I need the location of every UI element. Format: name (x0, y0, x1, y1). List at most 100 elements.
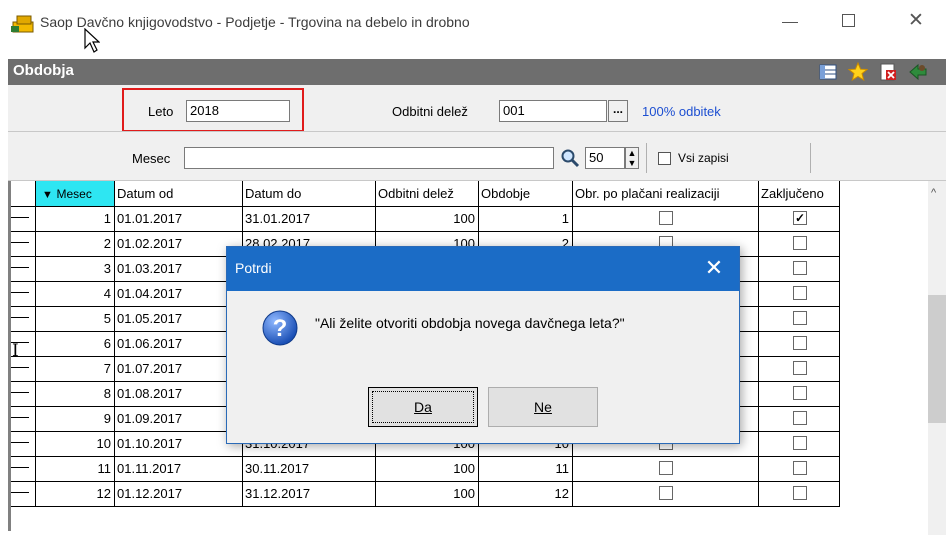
cell-datum-od[interactable]: 01.04.2017 (115, 282, 243, 307)
cell-datum-od[interactable]: 01.01.2017 (115, 207, 243, 232)
maximize-icon[interactable] (838, 10, 862, 32)
zakljuceno-checkbox[interactable] (793, 336, 807, 350)
column-header-obdobje[interactable]: Obdobje (479, 181, 573, 207)
cell-datum-od[interactable]: 01.02.2017 (115, 232, 243, 257)
cell-odbitni[interactable]: 100 (376, 482, 479, 507)
cell-mesec[interactable]: 7 (36, 357, 115, 382)
cell-odbitni[interactable]: 100 (376, 457, 479, 482)
table-row[interactable]: 1 01.01.2017 31.01.2017 100 1 ✓ (8, 207, 848, 232)
row-indicator[interactable] (11, 307, 36, 332)
cell-datum-od[interactable]: 01.06.2017 (115, 332, 243, 357)
cell-mesec[interactable]: 9 (36, 407, 115, 432)
row-indicator[interactable] (11, 232, 36, 257)
zakljuceno-checkbox[interactable] (793, 411, 807, 425)
scroll-up-arrow-icon[interactable]: ^ (931, 187, 936, 199)
zakljuceno-checkbox[interactable] (793, 436, 807, 450)
minimize-icon[interactable] (778, 10, 802, 32)
zakljuceno-checkbox[interactable] (793, 286, 807, 300)
yes-button[interactable]: Da (368, 387, 478, 427)
cell-mesec[interactable]: 2 (36, 232, 115, 257)
cell-datum-do[interactable]: 31.01.2017 (243, 207, 376, 232)
cell-obdobje[interactable]: 12 (479, 482, 573, 507)
cell-mesec[interactable]: 4 (36, 282, 115, 307)
vsi-zapisi-checkbox[interactable] (658, 152, 671, 165)
confirm-dialog: Potrdi ✕ ? "Ali želite otvoriti obdobja … (226, 246, 740, 444)
zakljuceno-checkbox[interactable] (793, 311, 807, 325)
cell-obdobje[interactable]: 11 (479, 457, 573, 482)
row-indicator[interactable] (11, 482, 36, 507)
exit-icon[interactable] (908, 62, 928, 82)
cell-datum-do[interactable]: 31.12.2017 (243, 482, 376, 507)
odbitni-delez-lookup-button[interactable]: ... (608, 100, 628, 122)
cell-mesec[interactable]: 1 (36, 207, 115, 232)
cell-mesec[interactable]: 6 (36, 332, 115, 357)
record-count-spinner[interactable]: ▲ ▼ (625, 147, 639, 169)
column-header-zakljuceno[interactable]: Zaključeno (759, 181, 840, 207)
cell-datum-od[interactable]: 01.10.2017 (115, 432, 243, 457)
cell-datum-do[interactable]: 30.11.2017 (243, 457, 376, 482)
zakljuceno-checkbox[interactable] (793, 236, 807, 250)
obr-checkbox[interactable] (659, 211, 673, 225)
dialog-close-icon[interactable]: ✕ (702, 256, 726, 280)
column-header-datum-do[interactable]: Datum do (243, 181, 376, 207)
columns-icon[interactable] (818, 62, 838, 82)
row-indicator[interactable] (11, 382, 36, 407)
cell-obr (573, 457, 759, 482)
obr-checkbox[interactable] (659, 461, 673, 475)
zakljuceno-checkbox[interactable] (793, 361, 807, 375)
row-indicator-mark (11, 392, 29, 393)
scroll-thumb[interactable] (928, 295, 946, 423)
zakljuceno-checkbox[interactable] (793, 386, 807, 400)
obr-checkbox[interactable] (659, 486, 673, 500)
record-count-input[interactable]: 50 (585, 147, 625, 169)
column-header-datum-od[interactable]: Datum od (115, 181, 243, 207)
leto-input[interactable]: 2018 (186, 100, 290, 122)
table-row[interactable]: 12 01.12.2017 31.12.2017 100 12 (8, 482, 848, 507)
no-button-label: Ne (534, 399, 552, 415)
cell-mesec[interactable]: 11 (36, 457, 115, 482)
table-row[interactable]: 11 01.11.2017 30.11.2017 100 11 (8, 457, 848, 482)
cell-mesec[interactable]: 5 (36, 307, 115, 332)
cell-mesec[interactable]: 12 (36, 482, 115, 507)
zakljuceno-checkbox[interactable]: ✓ (793, 211, 807, 225)
cell-mesec[interactable]: 10 (36, 432, 115, 457)
no-button[interactable]: Ne (488, 387, 598, 427)
cell-odbitni[interactable]: 100 (376, 207, 479, 232)
cell-obdobje[interactable]: 1 (479, 207, 573, 232)
row-header-corner (11, 181, 36, 207)
sort-desc-icon: ▼ (42, 189, 53, 201)
cell-datum-od[interactable]: 01.12.2017 (115, 482, 243, 507)
row-indicator[interactable] (11, 257, 36, 282)
toolbar-divider (646, 143, 647, 173)
star-icon[interactable] (848, 62, 868, 82)
zakljuceno-checkbox[interactable] (793, 461, 807, 475)
row-indicator-mark (11, 442, 29, 443)
search-icon[interactable] (560, 148, 580, 168)
vertical-scrollbar[interactable]: ^ (928, 181, 946, 535)
zakljuceno-checkbox[interactable] (793, 261, 807, 275)
row-indicator[interactable] (11, 407, 36, 432)
row-indicator[interactable] (11, 432, 36, 457)
column-header-odbitni-delez[interactable]: Odbitni delež (376, 181, 479, 207)
cell-obr (573, 207, 759, 232)
row-indicator[interactable] (11, 282, 36, 307)
odbitni-delez-label: Odbitni delež (392, 104, 468, 119)
cell-datum-od[interactable]: 01.08.2017 (115, 382, 243, 407)
cell-datum-od[interactable]: 01.03.2017 (115, 257, 243, 282)
cell-datum-od[interactable]: 01.05.2017 (115, 307, 243, 332)
mesec-search-input[interactable] (184, 147, 554, 169)
cell-zakljuceno: ✓ (759, 207, 840, 232)
cell-datum-od[interactable]: 01.11.2017 (115, 457, 243, 482)
column-header-mesec[interactable]: ▼ Mesec (36, 181, 115, 207)
delete-icon[interactable] (878, 62, 898, 82)
row-indicator[interactable] (11, 207, 36, 232)
row-indicator[interactable] (11, 457, 36, 482)
cell-datum-od[interactable]: 01.07.2017 (115, 357, 243, 382)
cell-mesec[interactable]: 8 (36, 382, 115, 407)
close-icon[interactable]: ✕ (904, 10, 928, 32)
cell-datum-od[interactable]: 01.09.2017 (115, 407, 243, 432)
zakljuceno-checkbox[interactable] (793, 486, 807, 500)
cell-mesec[interactable]: 3 (36, 257, 115, 282)
odbitni-delez-input[interactable]: 001 (499, 100, 607, 122)
column-header-obr-po-placani-realizaciji[interactable]: Obr. po plačani realizaciji (573, 181, 759, 207)
